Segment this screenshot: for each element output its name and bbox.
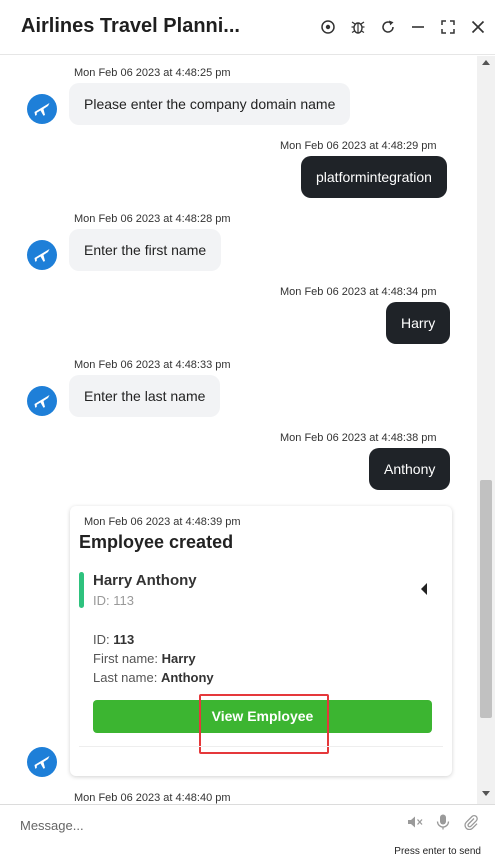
employee-id-subtitle: ID: 113 bbox=[93, 593, 134, 608]
bot-avatar bbox=[27, 240, 57, 270]
message-timestamp: Mon Feb 06 2023 at 4:48:33 pm bbox=[74, 359, 231, 371]
divider bbox=[79, 746, 443, 747]
airplane-icon bbox=[34, 756, 50, 769]
chat-messages: Mon Feb 06 2023 at 4:48:25 pm Please ent… bbox=[0, 56, 477, 804]
message-timestamp: Mon Feb 06 2023 at 4:48:38 pm bbox=[280, 432, 437, 444]
caret-left-icon bbox=[421, 583, 427, 595]
card-title: Employee created bbox=[79, 532, 234, 552]
status-accent-bar bbox=[79, 572, 84, 608]
user-message-bubble: Harry bbox=[386, 302, 451, 344]
microphone-icon[interactable] bbox=[435, 813, 451, 831]
composer-actions bbox=[407, 813, 479, 831]
message-timestamp: Mon Feb 06 2023 at 4:48:34 pm bbox=[280, 286, 437, 298]
detail-last-name: Last name: Anthony bbox=[93, 670, 214, 685]
minimize-icon[interactable] bbox=[409, 16, 427, 38]
scroll-thumb[interactable] bbox=[480, 480, 492, 718]
card-timestamp: Mon Feb 06 2023 at 4:48:39 pm bbox=[84, 516, 241, 528]
bot-message-bubble: Enter the last name bbox=[69, 375, 221, 417]
close-icon[interactable] bbox=[469, 16, 487, 38]
employee-name: Harry Anthony bbox=[93, 572, 197, 589]
scroll-up-arrow-icon[interactable] bbox=[482, 60, 490, 65]
speaker-mute-icon[interactable] bbox=[407, 813, 423, 831]
detail-id: ID: 113 bbox=[93, 632, 135, 647]
airplane-icon bbox=[34, 395, 50, 408]
attachment-icon[interactable] bbox=[463, 813, 479, 831]
chat-title: Airlines Travel Planni... bbox=[21, 15, 240, 37]
bot-message-bubble: Please enter the company domain name bbox=[69, 83, 351, 125]
bot-avatar bbox=[27, 747, 57, 777]
employee-created-card: Mon Feb 06 2023 at 4:48:39 pm Employee c… bbox=[70, 506, 452, 776]
highlight-box bbox=[199, 694, 329, 754]
bot-avatar bbox=[27, 94, 57, 124]
refresh-icon[interactable] bbox=[379, 16, 397, 38]
detail-first-name: First name: Harry bbox=[93, 651, 196, 666]
send-hint: Press enter to send bbox=[394, 846, 481, 857]
message-composer: Press enter to send bbox=[0, 804, 495, 862]
airplane-icon bbox=[34, 103, 50, 116]
bot-avatar bbox=[27, 386, 57, 416]
target-icon[interactable] bbox=[319, 16, 337, 38]
scroll-down-arrow-icon[interactable] bbox=[482, 791, 490, 796]
message-timestamp: Mon Feb 06 2023 at 4:48:29 pm bbox=[280, 140, 437, 152]
bug-icon[interactable] bbox=[349, 16, 367, 38]
user-message-bubble: Anthony bbox=[369, 448, 451, 490]
bot-message-bubble: Enter the first name bbox=[69, 229, 222, 271]
message-timestamp: Mon Feb 06 2023 at 4:48:25 pm bbox=[74, 67, 231, 79]
chat-header: Airlines Travel Planni... bbox=[0, 0, 495, 55]
message-input[interactable] bbox=[20, 814, 400, 836]
header-actions bbox=[319, 16, 487, 38]
message-timestamp: Mon Feb 06 2023 at 4:48:40 pm bbox=[74, 792, 231, 804]
chat-scrollbar[interactable] bbox=[477, 56, 495, 804]
airplane-icon bbox=[34, 249, 50, 262]
expand-toggle[interactable] bbox=[418, 582, 430, 596]
user-message-bubble: platformintegration bbox=[301, 156, 447, 198]
message-timestamp: Mon Feb 06 2023 at 4:48:28 pm bbox=[74, 213, 231, 225]
fullscreen-icon[interactable] bbox=[439, 16, 457, 38]
